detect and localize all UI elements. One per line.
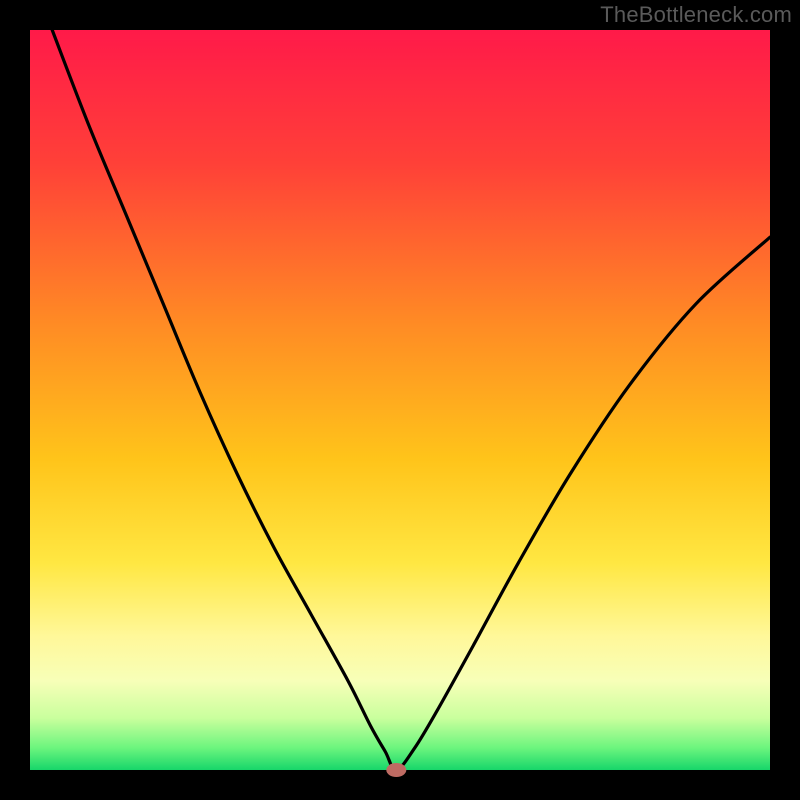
bottleneck-chart — [0, 0, 800, 800]
optimal-point-marker — [386, 763, 406, 777]
chart-gradient-bg — [30, 30, 770, 770]
chart-frame: TheBottleneck.com — [0, 0, 800, 800]
